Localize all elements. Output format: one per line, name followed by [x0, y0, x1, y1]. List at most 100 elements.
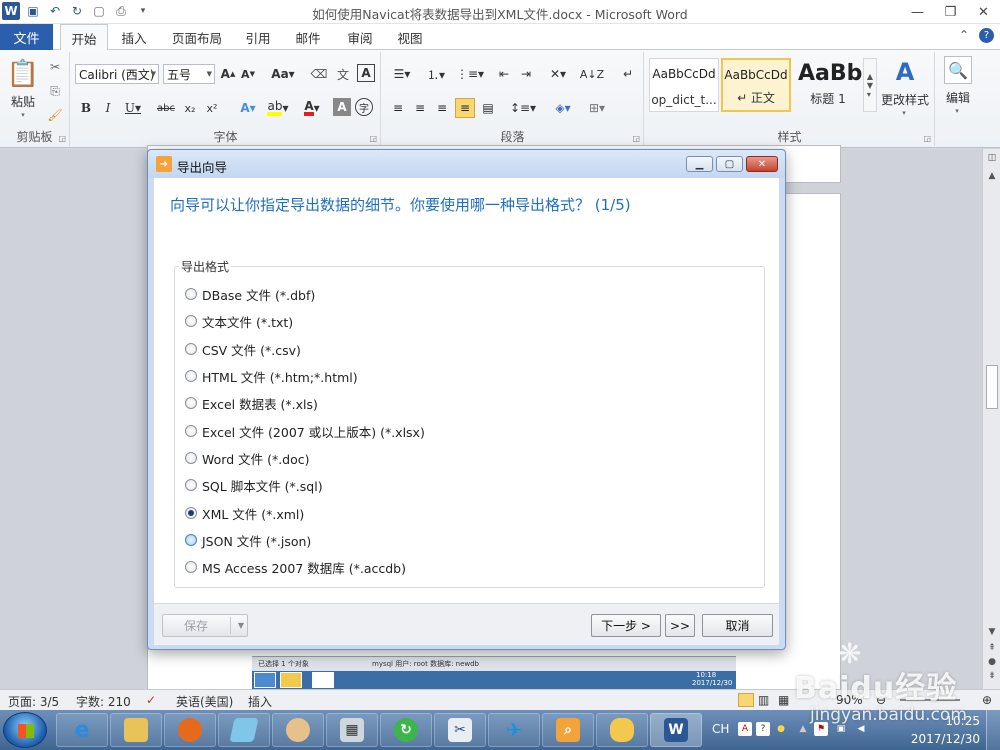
radio-icon[interactable] — [185, 288, 197, 300]
ime-indicator[interactable]: CH — [712, 722, 729, 736]
scroll-down-icon[interactable]: ▼ — [983, 627, 1000, 637]
minimize-ribbon-icon[interactable]: ⌃ — [959, 28, 969, 43]
font-launcher-icon[interactable]: ◲ — [369, 134, 377, 143]
tab-file[interactable]: 文件 — [0, 24, 53, 50]
tab-review[interactable]: 审阅 — [338, 24, 382, 50]
format-option-text[interactable]: 文本文件 (*.txt) — [185, 311, 293, 331]
phonetic-guide-icon[interactable]: 文 — [333, 64, 353, 84]
numbering-icon[interactable]: ⒈▾ — [422, 64, 450, 84]
format-option-sql[interactable]: SQL 脚本文件 (*.sql) — [185, 475, 323, 495]
ime-mode-icon[interactable]: A — [738, 722, 752, 736]
paragraph-launcher-icon[interactable]: ◲ — [632, 134, 640, 143]
language-indicator[interactable]: 英语(美国) — [176, 693, 233, 710]
radio-icon[interactable] — [185, 452, 197, 464]
next-button[interactable]: 下一步 > — [591, 614, 661, 637]
volume-icon[interactable]: ◀ — [854, 722, 868, 736]
scroll-up-icon[interactable]: ▲ — [983, 171, 1000, 181]
format-option-dbase[interactable]: DBase 文件 (*.dbf) — [185, 284, 315, 304]
strikethrough-icon[interactable]: abc — [155, 98, 177, 118]
tray-app-icon[interactable]: ● — [774, 722, 788, 736]
insert-mode[interactable]: 插入 — [248, 693, 272, 710]
close-icon[interactable]: ✕ — [967, 0, 1000, 24]
increase-indent-icon[interactable]: ⇥ — [516, 64, 536, 84]
minimize-icon[interactable]: — — [901, 0, 934, 24]
chevron-down-icon[interactable]: ▼ — [238, 621, 244, 630]
radio-icon[interactable] — [185, 315, 197, 327]
taskbar-calculator[interactable]: ▦ — [326, 713, 378, 747]
bullets-icon[interactable]: ☰▾ — [388, 64, 416, 84]
taskbar-explorer[interactable] — [110, 713, 162, 747]
sort-icon[interactable]: A↓Z — [580, 64, 604, 84]
character-border-icon[interactable]: A — [357, 64, 375, 82]
zoom-slider[interactable] — [900, 699, 960, 701]
align-right-icon[interactable]: ≡ — [432, 98, 452, 118]
paste-dropdown-icon[interactable]: ▾ — [4, 110, 42, 120]
style-heading-1[interactable]: AaBb 标题 1 — [793, 58, 863, 112]
cancel-button[interactable]: 取消 — [702, 614, 773, 637]
grow-font-icon[interactable]: A ▲ — [219, 64, 237, 84]
zoom-out-icon[interactable]: ⊖ — [876, 693, 886, 707]
subscript-icon[interactable]: x₂ — [181, 98, 199, 118]
taskbar-app-9[interactable]: ✈ — [488, 713, 540, 747]
borders-icon[interactable]: ⊞▾ — [584, 98, 610, 118]
tab-mailings[interactable]: 邮件 — [288, 24, 328, 50]
shading-icon[interactable]: ◈▾ — [550, 98, 576, 118]
last-step-button[interactable]: >> — [665, 614, 695, 637]
clock-date[interactable]: 2017/12/30 — [911, 732, 980, 746]
styles-scroll-icon[interactable]: ▲ ▼ ▾ — [863, 58, 877, 112]
decrease-indent-icon[interactable]: ⇤ — [494, 64, 514, 84]
editing-label[interactable]: 编辑 — [938, 88, 978, 106]
taskbar-app-7[interactable]: ↻ — [380, 713, 432, 747]
align-left-icon[interactable]: ≡ — [388, 98, 408, 118]
next-page-icon[interactable]: ⇟ — [983, 671, 1000, 681]
format-option-access[interactable]: MS Access 2007 数据库 (*.accdb) — [185, 557, 406, 577]
help-icon[interactable]: ? — [979, 28, 994, 43]
save-button[interactable]: 保存 ▼ — [162, 614, 248, 637]
restore-icon[interactable]: ❐ — [934, 0, 967, 24]
tab-page-layout[interactable]: 页面布局 — [164, 24, 230, 50]
radio-icon[interactable] — [185, 479, 197, 491]
multilevel-list-icon[interactable]: ⋮≡▾ — [456, 64, 484, 84]
paste-icon[interactable]: 📋 — [6, 56, 40, 92]
format-option-xml[interactable]: XML 文件 (*.xml) — [185, 503, 304, 523]
page-indicator[interactable]: 页面: 3/5 — [8, 693, 59, 710]
format-option-html[interactable]: HTML 文件 (*.htm;*.html) — [185, 366, 358, 386]
minimize-icon[interactable]: ▁ — [686, 156, 713, 172]
scroll-thumb[interactable] — [986, 365, 998, 409]
radio-checked-icon[interactable] — [185, 507, 197, 519]
taskbar-word[interactable]: W — [650, 713, 702, 747]
proofing-icon[interactable]: ✓ — [146, 693, 156, 707]
radio-icon[interactable] — [185, 534, 197, 546]
tab-view[interactable]: 视图 — [390, 24, 430, 50]
italic-icon[interactable]: I — [99, 98, 117, 118]
web-layout-icon[interactable]: ▦ — [778, 693, 789, 707]
taskbar-paint[interactable] — [272, 713, 324, 747]
change-case-icon[interactable]: Aa▾ — [271, 64, 295, 84]
clipboard-launcher-icon[interactable]: ◲ — [58, 134, 66, 143]
clear-formatting-icon[interactable]: ⌫ — [309, 64, 329, 84]
print-layout-icon[interactable] — [738, 693, 754, 707]
format-option-word[interactable]: Word 文件 (*.doc) — [185, 448, 310, 468]
style-op-dict[interactable]: AaBbCcDd op_dict_t... — [649, 58, 719, 112]
font-color-icon[interactable]: A ▾ — [299, 98, 325, 118]
zoom-level[interactable]: 90% — [836, 693, 863, 707]
text-effects-icon[interactable]: A▾ — [235, 98, 261, 118]
tab-home[interactable]: 开始 — [60, 24, 108, 51]
format-option-csv[interactable]: CSV 文件 (*.csv) — [185, 339, 301, 359]
change-styles-label[interactable]: 更改样式 — [877, 90, 933, 108]
font-family-select[interactable]: Calibri (西文) ▼ — [75, 64, 159, 84]
binoculars-icon[interactable]: 🔍 — [944, 56, 972, 84]
highlight-color-icon[interactable]: ab ▾ — [265, 98, 291, 118]
taskbar-app-4[interactable] — [218, 713, 270, 747]
superscript-icon[interactable]: x² — [203, 98, 221, 118]
chevron-down-icon[interactable]: ▾ — [897, 108, 911, 118]
copy-icon[interactable]: ⎘ — [46, 82, 64, 100]
taskbar-navicat[interactable] — [596, 713, 648, 747]
chinese-layout-icon[interactable]: ✕▾ — [544, 64, 572, 84]
radio-icon[interactable] — [185, 343, 197, 355]
help-tray-icon[interactable]: ? — [756, 722, 770, 736]
chevron-down-icon[interactable]: ▾ — [950, 106, 964, 116]
previous-page-icon[interactable]: ⇞ — [983, 643, 1000, 653]
enclose-characters-icon[interactable]: 字 — [355, 98, 373, 116]
taskbar-app-8[interactable]: ✂ — [434, 713, 486, 747]
